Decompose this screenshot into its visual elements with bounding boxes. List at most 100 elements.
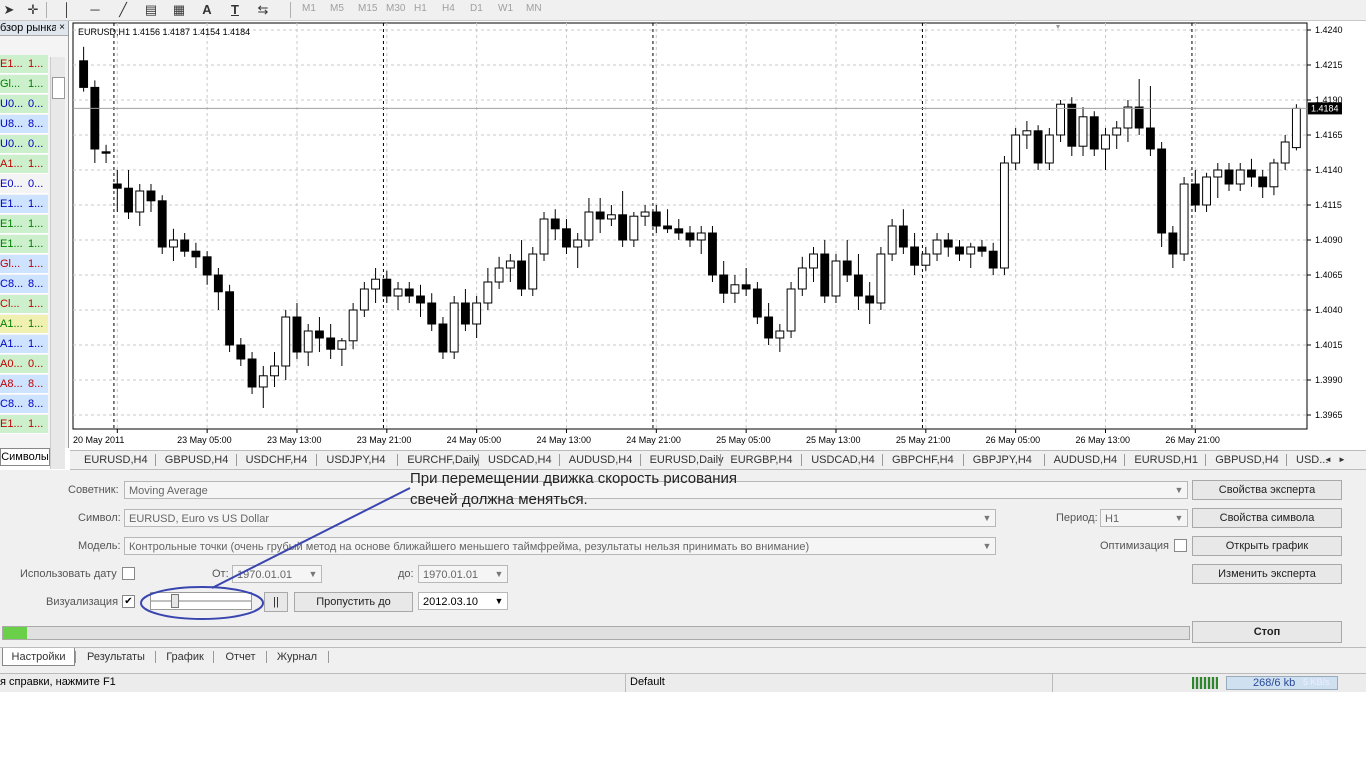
list-item[interactable]: E1... 1...: [0, 195, 48, 214]
list-item[interactable]: U8... 8...: [0, 115, 48, 134]
use-date-checkbox[interactable]: [122, 567, 135, 580]
chevron-down-icon: ▼: [494, 596, 504, 606]
candle-body: [640, 211, 650, 217]
timeframe-d1[interactable]: D1: [470, 3, 483, 14]
list-item[interactable]: A0... 0...: [0, 355, 48, 374]
symbol-bid: 1...: [28, 238, 44, 250]
candle-body: [416, 295, 425, 304]
list-item[interactable]: C8... 8...: [0, 395, 48, 414]
slider-thumb[interactable]: [171, 594, 180, 608]
crosshair-icon[interactable]: ✛: [24, 2, 42, 18]
stop-button[interactable]: Стоп: [1192, 621, 1342, 643]
text-icon[interactable]: A: [198, 2, 216, 18]
list-item[interactable]: Cl... 1...: [0, 295, 48, 314]
chart-tab[interactable]: GBPUSD,H4: [165, 451, 229, 469]
expert-properties-button[interactable]: Свойства эксперта: [1192, 480, 1342, 500]
list-item[interactable]: Gl... 1...: [0, 75, 48, 94]
scrollbar-thumb[interactable]: [52, 77, 65, 99]
optimization-checkbox[interactable]: [1174, 539, 1187, 552]
cursor-arrow-icon[interactable]: ➤: [0, 2, 18, 18]
tab-graph[interactable]: График: [157, 648, 213, 666]
timeframe-m1[interactable]: M1: [302, 3, 316, 14]
list-item[interactable]: U0... 0...: [0, 95, 48, 114]
skip-date-input[interactable]: 2012.03.10 ▼: [418, 592, 508, 610]
chart-title: EURUSD,H1 1.4156 1.4187 1.4154 1.4184: [78, 27, 250, 37]
fibonacci-fan-icon[interactable]: ▦: [170, 2, 188, 18]
chart-tab[interactable]: USDJPY,H4: [326, 451, 385, 469]
chart-tab[interactable]: AUDUSD,H4: [569, 451, 633, 469]
chart-tab[interactable]: GBPCHF,H4: [892, 451, 954, 469]
period-select[interactable]: H1 ▼: [1100, 509, 1188, 527]
timeframe-m30[interactable]: M30: [386, 3, 405, 14]
speed-slider[interactable]: [150, 592, 252, 610]
chart-tab[interactable]: EURUSD,Daily: [650, 451, 724, 469]
to-date-input[interactable]: 1970.01.01 ▼: [418, 565, 508, 583]
list-item[interactable]: E1... 1...: [0, 415, 48, 434]
price-chart[interactable]: 1.42401.42151.41901.41651.41401.41151.40…: [70, 21, 1366, 451]
pause-button[interactable]: ||: [264, 592, 288, 612]
list-item[interactable]: A1... 1...: [0, 335, 48, 354]
candle: [786, 282, 796, 338]
chevron-right-icon[interactable]: ►: [1338, 451, 1346, 469]
x-tick-label: 23 May 13:00: [267, 435, 322, 445]
text-label-icon[interactable]: T: [226, 2, 244, 18]
chart-tab[interactable]: AUDUSD,H4: [1054, 451, 1118, 469]
scrollbar[interactable]: [50, 57, 65, 469]
chart-tab[interactable]: EURUSD,H1: [1134, 451, 1198, 469]
chart-tab[interactable]: USDCHF,H4: [246, 451, 308, 469]
list-item[interactable]: U0... 0...: [0, 135, 48, 154]
tab-journal[interactable]: Журнал: [268, 648, 326, 666]
symbol-properties-button[interactable]: Свойства символа: [1192, 508, 1342, 528]
open-chart-button[interactable]: Открыть график: [1192, 536, 1342, 556]
trendline-icon[interactable]: ╱: [114, 2, 132, 18]
timeframe-m5[interactable]: M5: [330, 3, 344, 14]
symbol-bid: 1...: [28, 158, 44, 170]
close-icon[interactable]: ×: [56, 21, 68, 36]
symbol-select[interactable]: EURUSD, Euro vs US Dollar ▼: [124, 509, 996, 527]
list-item[interactable]: E1... 1...: [0, 215, 48, 234]
visualization-checkbox[interactable]: ✔: [122, 595, 135, 608]
candle-body: [943, 239, 953, 248]
list-item[interactable]: C8... 8...: [0, 275, 48, 294]
tab-report[interactable]: Отчет: [215, 648, 266, 666]
timeframe-w1[interactable]: W1: [498, 3, 513, 14]
chart-tab[interactable]: USDCAD,H4: [811, 451, 875, 469]
list-item[interactable]: A8... 8...: [0, 375, 48, 394]
list-item[interactable]: E1... 1...: [0, 235, 48, 254]
timeframe-mn[interactable]: MN: [526, 3, 542, 14]
vertical-line-icon[interactable]: │: [58, 2, 76, 18]
list-item[interactable]: A1... 1...: [0, 155, 48, 174]
model-select[interactable]: Контрольные точки (очень грубый метод на…: [124, 537, 996, 555]
modify-expert-button[interactable]: Изменить эксперта: [1192, 564, 1342, 584]
candle-body: [393, 288, 403, 297]
tab-symbols[interactable]: Символы: [0, 448, 50, 466]
arrows-icon[interactable]: ⇆: [254, 2, 272, 18]
chart-tab[interactable]: EURUSD,H4: [84, 451, 148, 469]
list-item[interactable]: A1... 1...: [0, 315, 48, 334]
skip-to-button[interactable]: Пропустить до: [294, 592, 413, 612]
chevron-left-icon[interactable]: ◄: [1324, 451, 1332, 469]
tab-results[interactable]: Результаты: [77, 648, 155, 666]
candle-body: [1134, 106, 1144, 129]
timeframe-m15[interactable]: M15: [358, 3, 377, 14]
list-item[interactable]: E0... 0...: [0, 175, 48, 194]
chart-tab[interactable]: GBPUSD,H4: [1215, 451, 1279, 469]
tab-separator: [397, 454, 399, 466]
chart-tab[interactable]: GBPJPY,H4: [973, 451, 1032, 469]
from-date-input[interactable]: 1970.01.01 ▼: [232, 565, 322, 583]
chart-tab[interactable]: USDCAD,H4: [488, 451, 552, 469]
chart-tab[interactable]: EURCHF,Daily: [407, 451, 479, 469]
timeframe-h1[interactable]: H1: [414, 3, 427, 14]
candle-body: [775, 330, 785, 339]
timeframe-h4[interactable]: H4: [442, 3, 455, 14]
list-item[interactable]: E1... 1...: [0, 55, 48, 74]
candle-body: [101, 151, 111, 154]
chart-tab[interactable]: EURGBP,H4: [730, 451, 792, 469]
tab-settings[interactable]: Настройки: [2, 648, 75, 666]
list-item[interactable]: Gl... 1...: [0, 255, 48, 274]
horizontal-line-icon[interactable]: ─: [86, 2, 104, 18]
current-price-label: 1.4184: [1311, 103, 1339, 113]
symbol-name: E1...: [0, 238, 23, 250]
fibonacci-icon[interactable]: ▤: [142, 2, 160, 18]
candle-body: [797, 267, 807, 290]
